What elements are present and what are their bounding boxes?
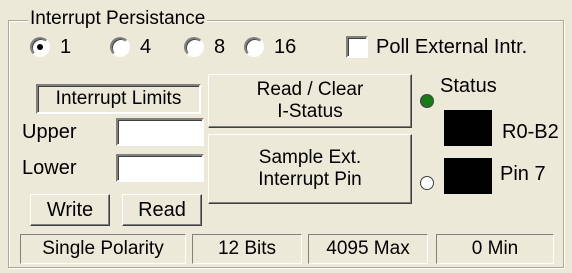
persistence-radio-4[interactable]: 4 — [110, 34, 151, 60]
pin-led — [420, 176, 434, 190]
write-button[interactable]: Write — [30, 194, 110, 226]
interrupt-limits-label: Interrupt Limits — [36, 84, 201, 114]
checkbox-box — [346, 36, 368, 58]
persistence-radio-8[interactable]: 8 — [184, 34, 225, 60]
radio-dot — [244, 37, 264, 57]
max-status: 4095 Max — [308, 234, 428, 264]
upper-label: Upper — [22, 121, 77, 143]
min-status: 0 Min — [436, 234, 554, 264]
status-label: Status — [440, 75, 497, 97]
poll-external-checkbox[interactable]: Poll External Intr. — [346, 34, 527, 60]
group-title: Interrupt Persistance — [28, 8, 208, 30]
radio-label: 1 — [60, 35, 72, 58]
radio-label: 8 — [214, 35, 226, 58]
polarity-status: Single Polarity — [20, 234, 186, 264]
read-clear-status-button[interactable]: Read / Clear I-Status — [208, 74, 412, 128]
pin-indicator — [444, 158, 492, 194]
interrupt-panel: Interrupt Persistance 1 4 8 16 Poll Exte… — [0, 0, 572, 273]
bits-status: 12 Bits — [192, 234, 302, 264]
register-indicator — [444, 110, 492, 146]
checkbox-label: Poll External Intr. — [376, 35, 528, 58]
pin-label: Pin 7 — [500, 163, 546, 185]
status-led — [420, 94, 434, 108]
radio-dot — [30, 37, 50, 57]
radio-dot — [110, 37, 130, 57]
persistence-radio-1[interactable]: 1 — [30, 34, 71, 60]
radio-label: 4 — [140, 35, 152, 58]
register-label: R0-B2 — [502, 121, 559, 143]
persistence-radio-16[interactable]: 16 — [244, 34, 296, 60]
radio-label: 16 — [274, 35, 297, 58]
lower-input[interactable] — [116, 154, 204, 182]
lower-label: Lower — [22, 157, 77, 179]
sample-ext-interrupt-button[interactable]: Sample Ext. Interrupt Pin — [208, 134, 412, 204]
radio-dot — [184, 37, 204, 57]
upper-input[interactable] — [116, 118, 204, 146]
read-button[interactable]: Read — [122, 194, 202, 226]
